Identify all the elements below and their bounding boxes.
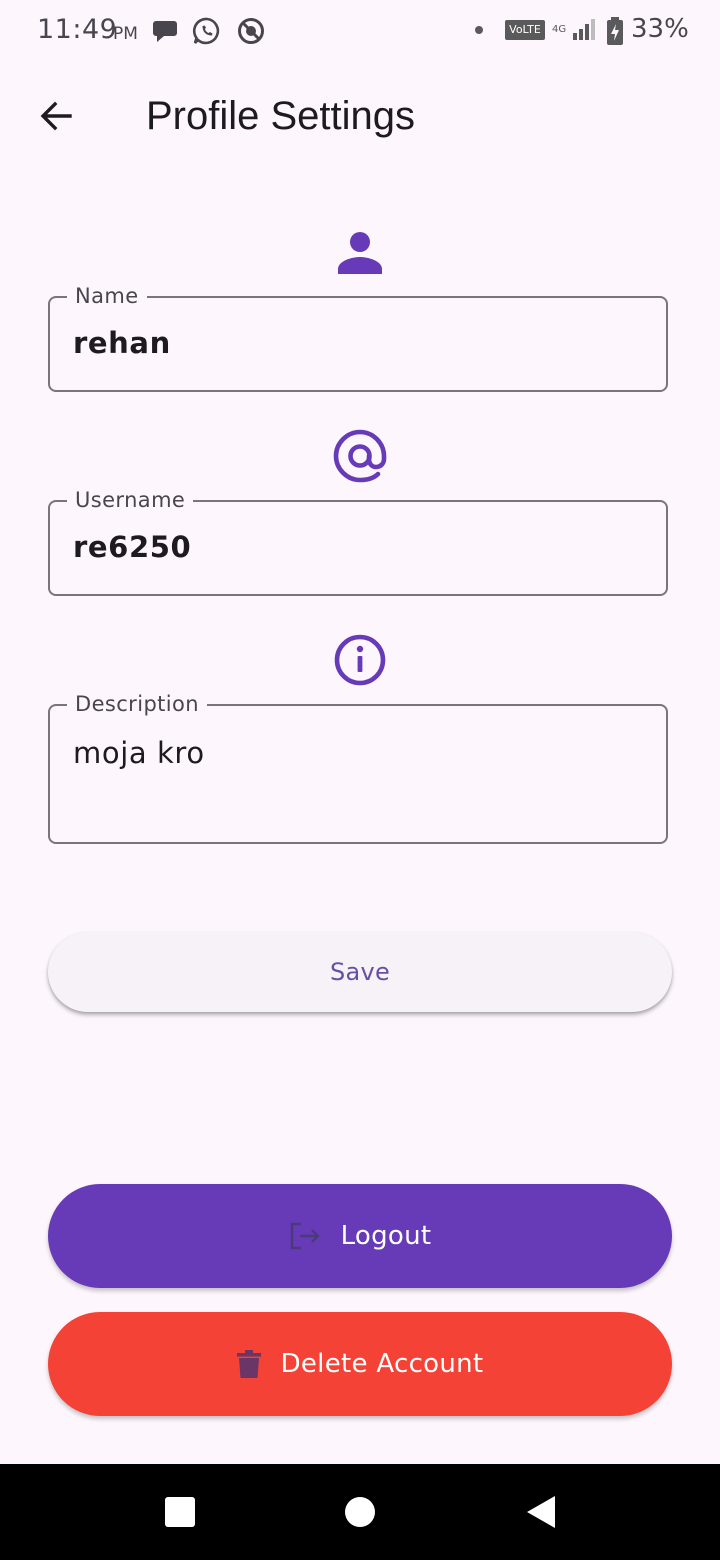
battery-charging-icon	[607, 17, 623, 45]
logout-icon	[289, 1221, 321, 1251]
network-type: 4G	[552, 24, 567, 35]
data-saver-icon	[238, 18, 264, 44]
logout-button[interactable]: Logout	[48, 1184, 672, 1288]
name-field-label: Name	[67, 281, 147, 311]
triangle-back-icon	[527, 1496, 555, 1528]
info-icon	[334, 634, 386, 686]
back-button[interactable]	[28, 92, 84, 140]
message-bubble-icon	[153, 21, 177, 42]
square-icon	[165, 1497, 195, 1527]
app-bar: Profile Settings	[0, 64, 720, 168]
at-sign-icon	[333, 429, 387, 483]
signal-icon	[573, 19, 595, 40]
description-field-value: moja kro	[73, 736, 205, 770]
person-icon	[338, 232, 382, 274]
status-bar: 11:49 PM VoLTE 4G 33%	[0, 0, 720, 64]
description-field-label: Description	[67, 689, 208, 719]
name-field-value: rehan	[73, 326, 171, 360]
description-field[interactable]: Description moja kro	[48, 689, 668, 844]
recents-button[interactable]	[156, 1488, 204, 1536]
whatsapp-icon	[192, 17, 220, 45]
arrow-back-icon	[40, 101, 72, 131]
name-field[interactable]: Name rehan	[48, 281, 668, 392]
circle-icon	[345, 1497, 375, 1527]
battery-percent: 33%	[631, 14, 689, 44]
notification-dot-icon	[475, 26, 483, 34]
page-title: Profile Settings	[146, 94, 416, 138]
logout-button-label: Logout	[340, 1221, 432, 1251]
save-button[interactable]: Save	[48, 932, 672, 1012]
save-button-label: Save	[329, 958, 391, 986]
username-field-label: Username	[67, 485, 194, 515]
home-button[interactable]	[336, 1488, 384, 1536]
trash-icon	[236, 1350, 261, 1378]
status-time: 11:49	[37, 14, 118, 45]
delete-account-button-label: Delete Account	[280, 1349, 484, 1379]
username-field[interactable]: Username re6250	[48, 485, 668, 596]
status-ampm: PM	[113, 24, 138, 44]
back-nav-button[interactable]	[516, 1488, 564, 1536]
username-field-value: re6250	[73, 530, 192, 564]
system-nav-bar	[0, 1464, 720, 1560]
delete-account-button[interactable]: Delete Account	[48, 1312, 672, 1416]
volte-badge: VoLTE	[505, 20, 545, 40]
